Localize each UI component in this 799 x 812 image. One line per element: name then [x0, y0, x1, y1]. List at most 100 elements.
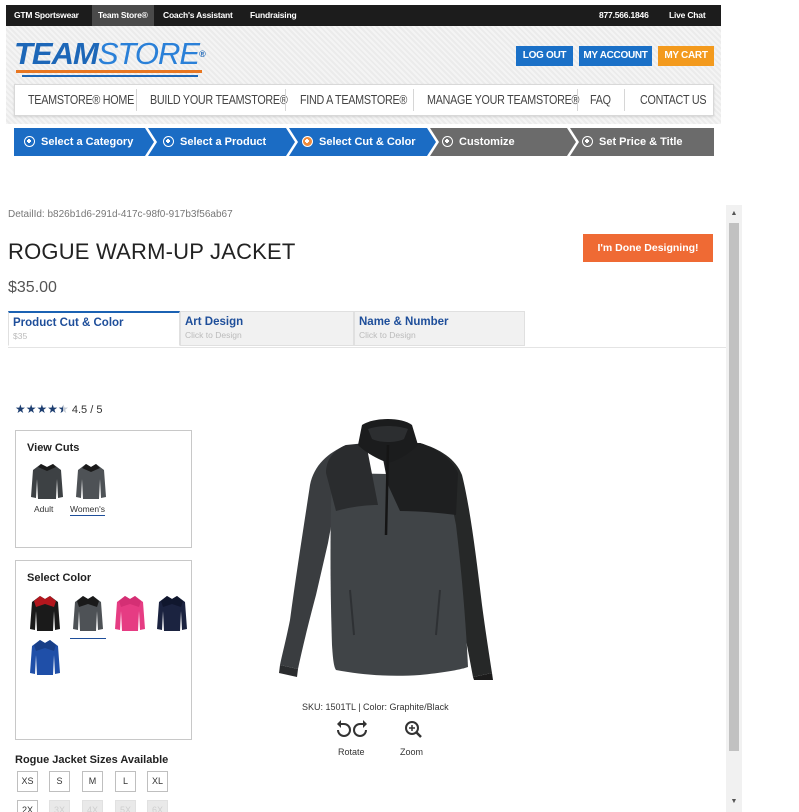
size-5x: 5X — [115, 800, 136, 812]
site-header: TEAMSTORE® LOG OUT MY ACCOUNT MY CART TE… — [6, 26, 721, 124]
view-cuts-panel: View Cuts Adult Women's — [15, 430, 192, 548]
color-swatch-royal[interactable] — [28, 637, 62, 677]
my-account-button[interactable]: MY ACCOUNT — [579, 46, 652, 66]
tab-sub: $35 — [13, 331, 28, 341]
rating-text: 4.5 / 5 — [71, 404, 103, 416]
half-star-icon: ★ — [58, 402, 69, 416]
view-cuts-title: View Cuts — [27, 442, 80, 454]
live-chat-link[interactable]: Live Chat — [669, 5, 706, 26]
cut-label-womens[interactable]: Women's — [70, 504, 106, 516]
size-m[interactable]: M — [82, 771, 103, 792]
plus-circle-icon — [442, 136, 453, 147]
tab-art-design[interactable]: Art Design Click to Design — [180, 311, 354, 346]
nav-contact-us[interactable]: CONTACT US — [640, 85, 707, 115]
logo-light: STORE — [97, 36, 200, 71]
nav-divider — [624, 89, 625, 111]
step-select-cut-color[interactable]: Select Cut & Color — [302, 128, 416, 156]
nav-manage-teamstore[interactable]: MANAGE YOUR TEAMSTORE® — [427, 85, 579, 115]
size-xl[interactable]: XL — [147, 771, 168, 792]
design-tabs: Product Cut & Color $35 Art Design Click… — [8, 310, 726, 348]
size-l[interactable]: L — [115, 771, 136, 792]
scroll-up-arrow-icon[interactable]: ▲ — [726, 206, 742, 222]
cut-label-adult[interactable]: Adult — [34, 504, 53, 514]
nav-build-teamstore[interactable]: BUILD YOUR TEAMSTORE® — [150, 85, 288, 115]
step-label: Customize — [459, 136, 515, 148]
step-label: Select a Product — [180, 136, 267, 148]
plus-circle-icon — [582, 136, 593, 147]
scroll-down-arrow-icon[interactable]: ▼ — [726, 794, 742, 810]
logo-bold: TEAM — [14, 36, 99, 71]
jacket-swatch-icon — [30, 596, 60, 631]
jacket-swatch-icon — [157, 596, 187, 631]
color-swatch-pink[interactable] — [113, 593, 147, 633]
tab-label: Product Cut & Color — [13, 317, 124, 329]
nav-teamstore-home[interactable]: TEAMSTORE® HOME — [28, 85, 134, 115]
tab-label: Name & Number — [359, 316, 449, 328]
done-designing-button[interactable]: I'm Done Designing! — [583, 234, 713, 262]
teamstore-logo[interactable]: TEAMSTORE® — [14, 36, 206, 79]
product-price: $35.00 — [8, 279, 57, 296]
tab-sub: Click to Design — [359, 330, 416, 340]
nav-divider — [413, 89, 414, 111]
step-label: Set Price & Title — [599, 136, 683, 148]
select-color-panel: Select Color — [15, 560, 192, 740]
jacket-swatch-icon — [73, 596, 103, 631]
color-swatch-red-black[interactable] — [28, 593, 62, 633]
link-fundraising[interactable]: Fundraising — [250, 5, 297, 26]
plus-circle-icon — [24, 136, 35, 147]
star-icons: ★★★★★ — [15, 402, 69, 416]
top-utility-bar: GTM Sportswear Team Store® Coach's Assis… — [6, 5, 721, 26]
color-swatch-navy[interactable] — [155, 593, 189, 633]
step-select-category[interactable]: Select a Category — [24, 128, 133, 156]
detail-id: DetailId: b826b1d6-291d-417c-98f0-917b3f… — [8, 209, 233, 220]
logo-blue-stripe — [22, 75, 198, 77]
link-coachs-assistant[interactable]: Coach's Assistant — [163, 5, 233, 26]
nav-divider — [136, 89, 137, 111]
nav-faq[interactable]: FAQ — [590, 85, 611, 115]
zoom-button[interactable] — [392, 718, 434, 747]
tab-sub: Click to Design — [185, 330, 242, 340]
size-3x: 3X — [49, 800, 70, 812]
step-set-price-title[interactable]: Set Price & Title — [582, 128, 683, 156]
page-title: ROGUE WARM-UP JACKET — [8, 239, 296, 264]
size-s[interactable]: S — [49, 771, 70, 792]
zoom-icon — [405, 721, 422, 738]
nav-find-teamstore[interactable]: FIND A TEAMSTORE® — [300, 85, 407, 115]
logo-orange-stripe — [16, 70, 202, 73]
my-cart-button[interactable]: MY CART — [658, 46, 714, 66]
product-image[interactable] — [270, 415, 505, 680]
link-gtm-sportswear[interactable]: GTM Sportswear — [14, 5, 79, 26]
tab-label: Art Design — [185, 316, 244, 328]
rotate-button[interactable] — [331, 718, 373, 747]
sku-color-line: SKU: 1501TL | Color: Graphite/Black — [302, 702, 449, 712]
phone-number: 877.566.1846 — [599, 10, 649, 20]
jacket-womens-icon — [76, 464, 106, 499]
logo-mark: ® — [199, 49, 206, 59]
jacket-swatch-icon — [30, 640, 60, 675]
nav-divider — [285, 89, 286, 111]
jacket-swatch-icon — [115, 596, 145, 631]
size-xs[interactable]: XS — [17, 771, 38, 792]
step-customize[interactable]: Customize — [442, 128, 515, 156]
step-label: Select a Category — [41, 136, 134, 148]
size-2x[interactable]: 2X — [17, 800, 38, 812]
cut-womens-thumb[interactable] — [73, 461, 109, 506]
rotate-icon — [337, 720, 367, 737]
link-team-store[interactable]: Team Store® — [92, 5, 154, 26]
tab-name-number[interactable]: Name & Number Click to Design — [354, 311, 525, 346]
rotate-label: Rotate — [338, 747, 365, 757]
nav-divider — [577, 89, 578, 111]
step-label: Select Cut & Color — [319, 136, 416, 148]
main-nav: TEAMSTORE® HOME BUILD YOUR TEAMSTORE® FI… — [14, 84, 714, 116]
scrollbar-thumb[interactable] — [729, 223, 739, 751]
tab-product-cut-color[interactable]: Product Cut & Color $35 — [8, 311, 180, 346]
select-color-title: Select Color — [27, 572, 92, 584]
sizes-title: Rogue Jacket Sizes Available — [15, 754, 169, 766]
plus-circle-icon — [302, 136, 313, 147]
size-4x: 4X — [82, 800, 103, 812]
cut-adult-thumb[interactable] — [29, 461, 65, 506]
step-select-product[interactable]: Select a Product — [163, 128, 266, 156]
logout-button[interactable]: LOG OUT — [516, 46, 573, 66]
design-steps: Select a Category Select a Product Selec… — [14, 128, 714, 156]
color-swatch-graphite-black[interactable] — [70, 593, 106, 639]
